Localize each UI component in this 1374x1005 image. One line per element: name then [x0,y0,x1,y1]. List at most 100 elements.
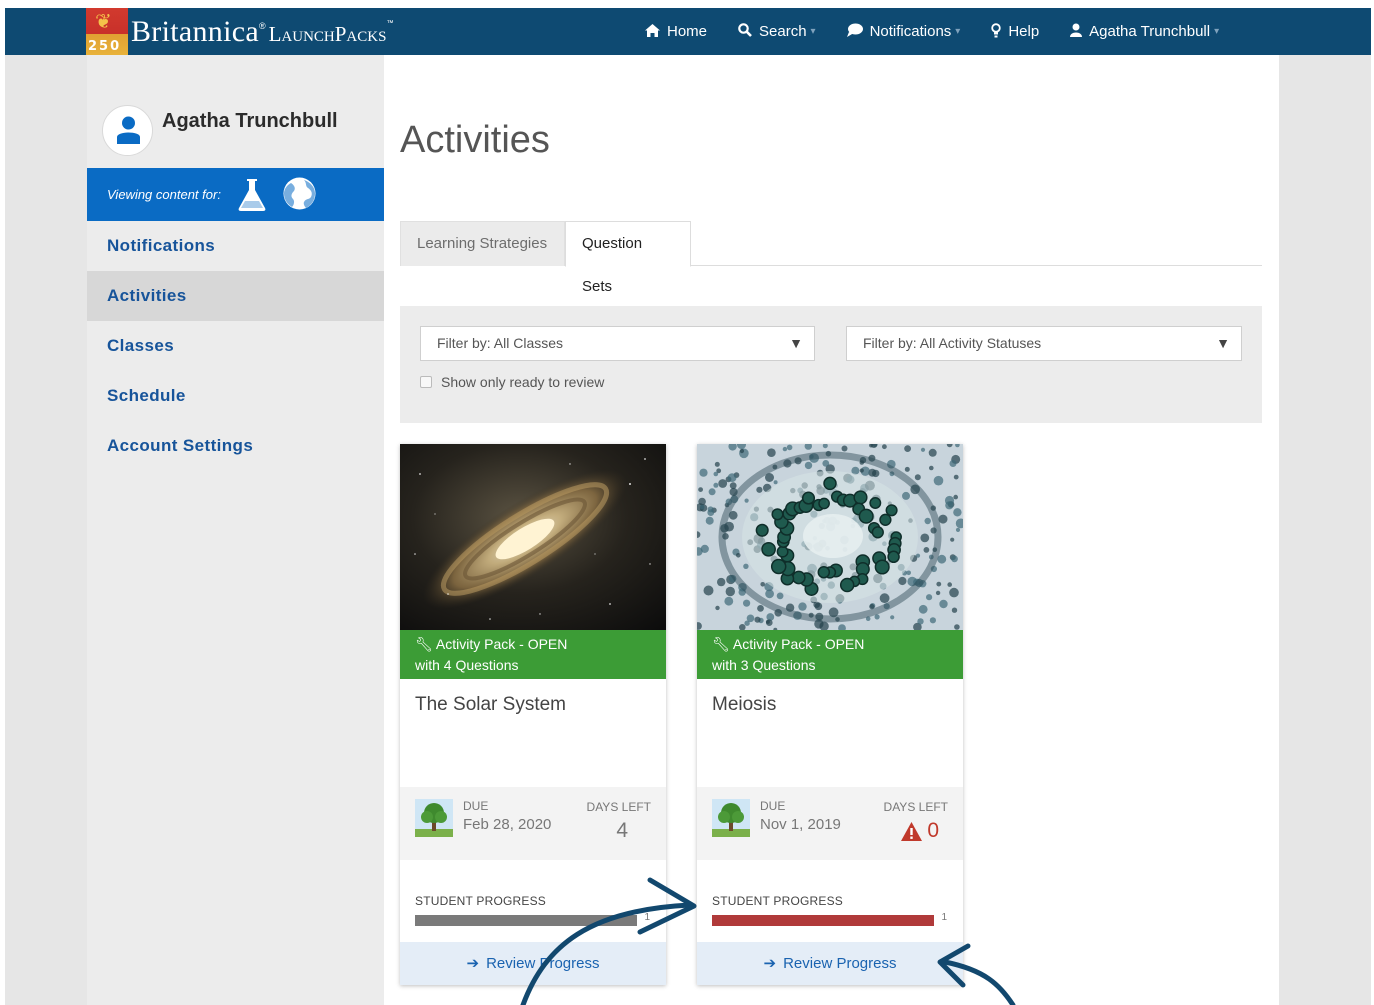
activity-card[interactable]: 🔧︎ Activity Pack - OPEN with 3 Questions… [697,444,963,985]
nav-help[interactable]: Help [991,22,1040,41]
dropdown-arrow-icon: ▼ [1216,335,1230,351]
nav-home-label: Home [667,23,708,40]
sidebar-nav: Notifications Activities Classes Schedul… [87,221,384,471]
user-avatar-icon [117,116,140,144]
profile-name: Agatha Trunchbull [162,110,338,132]
app-window: ❦ 250 Britannica ® LaunchPacks ™ Home Sear… [5,8,1371,1005]
profile-block: Agatha Trunchbull [87,55,384,168]
progress-fill [415,915,637,926]
nav-user-label: Agatha Trunchbull [1089,23,1211,40]
britannica-logo[interactable]: ❦ 250 Britannica ® LaunchPacks ™ [86,8,393,55]
chevron-down-icon: ▾ [955,26,961,37]
review-progress-label: Review Progress [486,955,600,972]
globe-icon[interactable] [282,176,317,216]
user-icon [1070,23,1083,40]
card-meta: DUE Nov 1, 2019 DAYS LEFT 0 [697,787,963,860]
card-title-area: The Solar System [400,679,666,787]
due-label: DUE [760,799,786,813]
class-filter-value: Filter by: All Classes [437,335,564,351]
class-filter-select[interactable]: Filter by: All Classes ▼ [420,326,815,361]
search-icon [738,23,752,40]
review-only-option: Show only ready to review [420,374,604,390]
sidebar-item-account-settings[interactable]: Account Settings [87,421,384,471]
tab-learning-strategies[interactable]: Learning Strategies [400,221,565,266]
wrench-icon: 🔧︎ [415,636,433,652]
progress-bar [712,915,934,926]
main-panel: Agatha Trunchbull Viewing content for: N… [87,55,1279,1005]
review-only-label[interactable]: Show only ready to review [441,374,604,390]
activity-status-banner: 🔧︎ Activity Pack - OPEN with 4 Questions [400,630,666,679]
warning-icon [901,821,923,841]
banner-question-count: with 3 Questions [712,657,816,673]
banner-status: Activity Pack - OPEN [435,636,568,652]
nav-search-label: Search [759,23,807,40]
arrow-right-icon: ➔ [763,955,777,972]
activity-card[interactable]: 🔧︎ Activity Pack - OPEN with 4 Questions… [400,444,666,985]
trademark-mark: ™ [386,20,394,27]
review-progress-button[interactable]: ➔ Review Progress [400,942,666,985]
status-filter-select[interactable]: Filter by: All Activity Statuses ▼ [846,326,1242,361]
chevron-down-icon: ▾ [1214,26,1220,37]
viewing-content-bar: Viewing content for: [87,168,384,221]
nav-user-menu[interactable]: Agatha Trunchbull ▾ [1070,23,1219,40]
galaxy-image[interactable] [400,444,666,630]
nav-help-label: Help [1008,23,1040,40]
days-left-value: 4 [616,819,628,842]
activity-tabs: Learning Strategies Question Sets [400,221,1262,295]
banner-status: Activity Pack - OPEN [732,636,865,652]
review-only-checkbox[interactable] [420,376,432,388]
dropdown-arrow-icon: ▼ [789,335,803,351]
tab-question-sets[interactable]: Question Sets [565,221,691,295]
chevron-down-icon: ▾ [810,26,816,37]
progress-fill [712,915,934,926]
due-date: Nov 1, 2019 [760,816,841,833]
chat-bubble-icon [846,23,863,40]
student-progress: STUDENT PROGRESS 1 [697,860,963,942]
days-left-label: DAYS LEFT [586,800,651,814]
card-title-area: Meiosis [697,679,963,787]
activity-status-banner: 🔧︎ Activity Pack - OPEN with 3 Questions [697,630,963,679]
page-title: Activities [400,119,550,161]
sidebar-item-schedule[interactable]: Schedule [87,371,384,421]
tree-icon [712,799,750,842]
student-progress: STUDENT PROGRESS 1 [400,860,666,942]
sidebar-item-notifications[interactable]: Notifications [87,221,384,271]
avatar[interactable] [102,105,153,156]
sidebar: Agatha Trunchbull Viewing content for: N… [87,55,384,1005]
lightbulb-icon [991,22,1002,41]
progress-count: 1 [941,912,947,923]
cell-micrograph-image[interactable] [697,444,963,630]
logo-product: LaunchPacks [268,22,387,46]
thistle-icon: ❦ [95,9,112,33]
progress-label: STUDENT PROGRESS [415,894,546,908]
sidebar-item-classes[interactable]: Classes [87,321,384,371]
home-icon [645,23,660,40]
card-title[interactable]: The Solar System [415,694,566,716]
card-title[interactable]: Meiosis [712,694,776,716]
anniversary-badge: ❦ 250 [86,8,128,55]
top-nav-bar: ❦ 250 Britannica ® LaunchPacks ™ Home Sear… [5,8,1371,55]
nav-notifications[interactable]: Notifications ▾ [846,23,961,40]
review-progress-button[interactable]: ➔ Review Progress [697,942,963,985]
days-left-number: 0 [927,819,939,842]
banner-question-count: with 4 Questions [415,657,519,673]
progress-bar [415,915,637,926]
nav-home[interactable]: Home [645,23,707,40]
viewing-label: Viewing content for: [107,187,221,202]
sidebar-item-activities[interactable]: Activities [87,271,384,321]
logo-brand: Britannica [131,14,259,48]
card-meta: DUE Feb 28, 2020 DAYS LEFT 4 [400,787,666,860]
filter-panel: Filter by: All Classes ▼ Filter by: All … [400,306,1262,423]
review-progress-label: Review Progress [783,955,897,972]
wrench-icon: 🔧︎ [712,636,730,652]
progress-label: STUDENT PROGRESS [712,894,843,908]
tree-icon [415,799,453,842]
nav-search[interactable]: Search ▾ [738,23,816,40]
days-left-value: 0 [901,819,939,843]
arrow-right-icon: ➔ [466,955,480,972]
progress-count: 1 [644,912,650,923]
status-filter-value: Filter by: All Activity Statuses [863,335,1042,351]
due-date: Feb 28, 2020 [463,816,552,833]
top-nav-items: Home Search ▾ Notifications ▾ Help Agath… [645,8,1250,55]
flask-icon[interactable] [237,177,267,216]
